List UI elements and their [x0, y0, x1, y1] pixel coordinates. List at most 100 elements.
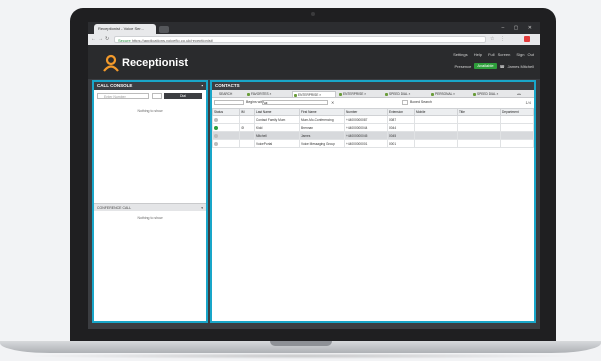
title-cell	[457, 139, 501, 148]
back-icon[interactable]: ←	[91, 36, 96, 42]
webcam-icon	[311, 12, 315, 16]
call-console-title: CALL CONSOLE ▪	[94, 82, 206, 90]
tab-search[interactable]: SEARCH	[214, 91, 244, 97]
favorites-icon	[247, 92, 250, 96]
call-console-empty: Nothing to show	[137, 109, 163, 113]
first-name-cell: James	[299, 131, 345, 140]
tab-speed-dial-2[interactable]: SPEED DIAL ×	[472, 91, 514, 97]
tab-enterprise[interactable]: ENTERPRISE ×	[292, 91, 336, 97]
extension-cell: 0001	[387, 139, 415, 148]
mobile-cell	[414, 139, 458, 148]
collapse-icon[interactable]: ▾	[201, 204, 203, 212]
last-name-cell: VoicePortal	[254, 139, 300, 148]
pager: 1/4	[525, 100, 531, 105]
boxed-search-checkbox[interactable]	[402, 100, 408, 105]
sign-out-link[interactable]: Sign Out	[516, 52, 534, 57]
reload-icon[interactable]: ↻	[105, 36, 109, 42]
title-cell	[457, 131, 501, 140]
table-row[interactable]: Mitchell James +44000000045 0045	[212, 131, 534, 140]
contacts-title: CONTACTS	[212, 82, 534, 90]
first-name-cell: Brennan	[299, 123, 345, 132]
laptop-notch	[270, 341, 332, 346]
im-cell	[239, 115, 255, 124]
url-text: https://applications.voiceflo.co.uk/rece…	[131, 38, 213, 43]
presence-label: Presence	[454, 63, 472, 69]
im-cell	[239, 131, 255, 140]
extension-icon[interactable]	[524, 36, 530, 42]
conference-call-title: CONFERENCE CALL	[97, 206, 132, 210]
address-bar[interactable]: Secure https://applications.voiceflo.co.…	[114, 36, 486, 43]
secure-label: Secure	[118, 38, 131, 43]
star-icon[interactable]: ☆ ⋮	[490, 36, 507, 42]
department-cell	[500, 131, 534, 140]
number-cell: +44000000044	[344, 123, 388, 132]
dial-options-icon[interactable]	[152, 93, 162, 99]
dial-number-input[interactable]: Enter Number	[97, 93, 149, 99]
number-cell: +44000000001	[344, 139, 388, 148]
speed-dial-icon	[473, 92, 476, 96]
col-department[interactable]: Department	[500, 108, 534, 116]
status-cell	[212, 139, 240, 148]
forward-icon[interactable]: →	[98, 36, 103, 42]
tab-enterprise-2[interactable]: ENTERPRISE ×	[338, 91, 382, 97]
full-screen-link[interactable]: Full Screen	[488, 52, 510, 57]
number-cell: +44000000087	[344, 115, 388, 124]
dial-button[interactable]: Dial	[164, 93, 202, 99]
tab-overflow-arrows[interactable]: ◂ ▸	[516, 91, 532, 97]
contacts-panel: CONTACTS SEARCH FAVORITES × ENTERPRISE ×…	[210, 80, 536, 323]
extension-cell: 0087	[387, 115, 415, 124]
app-header: Receptionist Settings Help Full Screen S…	[88, 45, 540, 79]
user-name: James Mitchell	[507, 63, 534, 69]
browser-tab[interactable]: Receptionist - Voice Ser...	[94, 24, 156, 34]
col-im[interactable]: IM	[239, 108, 255, 116]
department-cell	[500, 123, 534, 132]
clear-filter-icon[interactable]: ✕	[331, 99, 334, 106]
tab-speed-dial[interactable]: SPEED DIAL ×	[384, 91, 428, 97]
panel-menu-icon[interactable]: ▪	[201, 82, 203, 90]
speed-dial-icon	[385, 92, 388, 96]
table-row[interactable]: VoicePortal Voice Messaging Group +4400000…	[212, 139, 534, 148]
first-name-cell: Mum-Mo-Conferencing	[299, 115, 345, 124]
last-name-cell: Mitchell	[254, 131, 300, 140]
col-mobile[interactable]: Mobile	[414, 108, 458, 116]
presence-select[interactable]: Available	[474, 63, 497, 69]
contact-filter-input[interactable]	[214, 100, 244, 105]
settings-link[interactable]: Settings	[453, 52, 467, 57]
tab-favorites[interactable]: FAVORITES ×	[246, 91, 290, 97]
status-cell	[212, 115, 240, 124]
department-cell	[500, 115, 534, 124]
status-cell	[212, 123, 240, 132]
col-number[interactable]: Number	[344, 108, 388, 116]
call-console-panel: CALL CONSOLE ▪ Enter Number Dial Nothing…	[92, 80, 208, 323]
contacts-tab-bar: SEARCH FAVORITES × ENTERPRISE × ENTERPRI…	[212, 90, 534, 98]
begins-with-select[interactable]: All	[262, 100, 328, 105]
extension-cell: 0044	[387, 123, 415, 132]
presence-row: Presence Available ☎ James Mitchell	[454, 63, 534, 69]
table-row[interactable]: Contact Family Mum Mum-Mo-Conferencing +44…	[212, 115, 534, 124]
call-console-title-text: CALL CONSOLE	[97, 83, 133, 88]
col-title[interactable]: Title	[457, 108, 501, 116]
enterprise-icon	[294, 93, 297, 97]
window-controls[interactable]: – ▢ ✕	[502, 25, 536, 31]
conference-call-header[interactable]: CONFERENCE CALL ▾	[94, 203, 206, 211]
col-status[interactable]: Status	[212, 108, 240, 116]
browser-tab-bar: Receptionist - Voice Ser... – ▢ ✕	[88, 22, 540, 34]
help-link[interactable]: Help	[474, 52, 482, 57]
col-extension[interactable]: Extension	[387, 108, 415, 116]
number-cell: +44000000045	[344, 131, 388, 140]
phone-icon[interactable]: ☎	[500, 64, 505, 69]
table-row[interactable]: ⊘ Kidd Brennan +44000000044 0044	[212, 123, 534, 132]
screen: Receptionist - Voice Ser... – ▢ ✕ ← → ↻ …	[88, 22, 540, 329]
presence-status-icon	[214, 125, 218, 130]
tab-personal[interactable]: PERSONAL ×	[430, 91, 470, 97]
last-name-cell: Contact Family Mum	[254, 115, 300, 124]
new-tab-button[interactable]	[159, 26, 169, 33]
mobile-cell	[414, 123, 458, 132]
im-cell	[239, 139, 255, 148]
mobile-cell	[414, 131, 458, 140]
col-last-name[interactable]: Last Name	[254, 108, 300, 116]
col-first-name[interactable]: First Name	[299, 108, 345, 116]
last-name-cell: Kidd	[254, 123, 300, 132]
title-cell	[457, 123, 501, 132]
status-cell	[212, 131, 240, 140]
